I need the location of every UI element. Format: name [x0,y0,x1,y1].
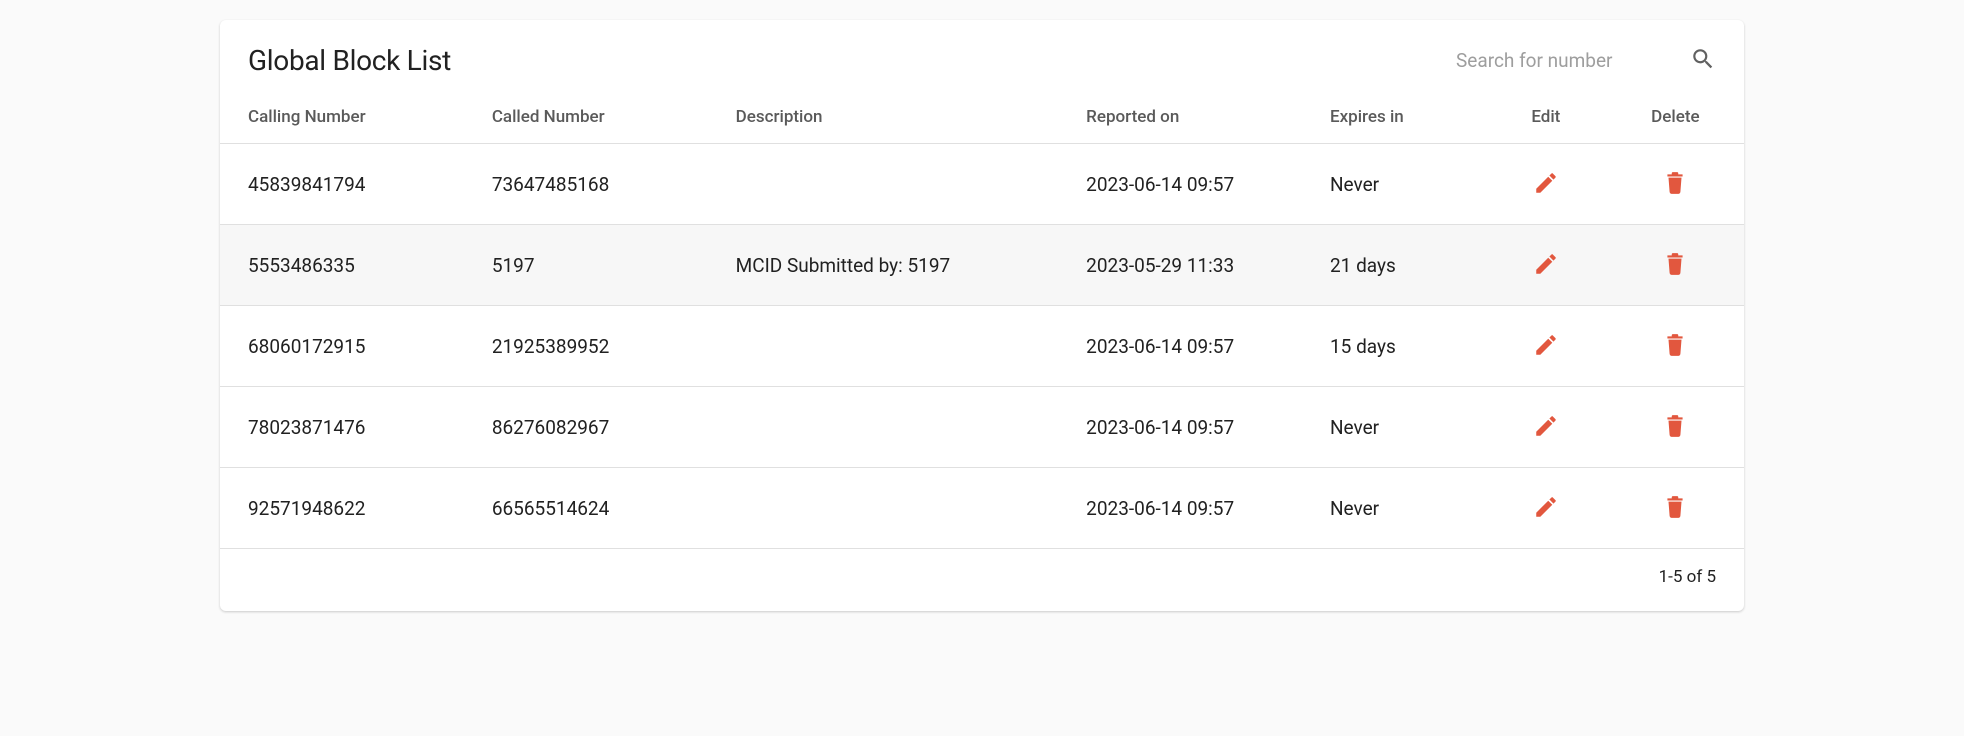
search-input[interactable] [1456,49,1676,72]
delete-button[interactable] [1657,409,1693,445]
cell-reported: 2023-06-14 09:57 [1058,306,1302,387]
cell-delete [1607,306,1744,387]
col-header-expires: Expires in [1302,95,1485,144]
table-row: 4583984179473647485168 2023-06-14 09:57Ne… [220,144,1744,225]
delete-button[interactable] [1657,166,1693,202]
table-row: 55534863355197MCID Submitted by: 5197202… [220,225,1744,306]
edit-button[interactable] [1528,247,1564,283]
col-header-called: Called Number [464,95,708,144]
edit-button[interactable] [1528,166,1564,202]
trash-icon [1662,251,1688,280]
cell-delete [1607,387,1744,468]
edit-button[interactable] [1528,490,1564,526]
cell-delete [1607,225,1744,306]
col-header-description: Description [708,95,1059,144]
col-header-reported: Reported on [1058,95,1302,144]
cell-calling: 5553486335 [220,225,464,306]
cell-calling: 45839841794 [220,144,464,225]
cell-edit [1485,387,1607,468]
cell-edit [1485,225,1607,306]
cell-edit [1485,468,1607,549]
cell-called: 21925389952 [464,306,708,387]
cell-description [708,387,1059,468]
search-container [1456,46,1716,76]
cell-called: 86276082967 [464,387,708,468]
cell-description: MCID Submitted by: 5197 [708,225,1059,306]
col-header-edit: Edit [1485,95,1607,144]
cell-description [708,468,1059,549]
cell-expires: 21 days [1302,225,1485,306]
pencil-icon [1533,332,1559,361]
table-row: 7802387147686276082967 2023-06-14 09:57Ne… [220,387,1744,468]
trash-icon [1662,413,1688,442]
cell-expires: 15 days [1302,306,1485,387]
cell-called: 73647485168 [464,144,708,225]
table-row: 9257194862266565514624 2023-06-14 09:57Ne… [220,468,1744,549]
col-header-calling: Calling Number [220,95,464,144]
delete-button[interactable] [1657,490,1693,526]
pagination-text: 1-5 of 5 [1659,567,1716,587]
trash-icon [1662,494,1688,523]
cell-description [708,144,1059,225]
block-list-table: Calling Number Called Number Description… [220,95,1744,549]
table-footer: 1-5 of 5 [220,549,1744,611]
cell-calling: 68060172915 [220,306,464,387]
cell-reported: 2023-06-14 09:57 [1058,144,1302,225]
pencil-icon [1533,494,1559,523]
block-list-card: Global Block List Calling Number Called … [220,20,1744,611]
table-header-row: Calling Number Called Number Description… [220,95,1744,144]
search-icon[interactable] [1690,46,1716,76]
col-header-delete: Delete [1607,95,1744,144]
cell-calling: 78023871476 [220,387,464,468]
edit-button[interactable] [1528,328,1564,364]
delete-button[interactable] [1657,247,1693,283]
cell-reported: 2023-06-14 09:57 [1058,468,1302,549]
trash-icon [1662,332,1688,361]
pencil-icon [1533,251,1559,280]
cell-reported: 2023-05-29 11:33 [1058,225,1302,306]
table-row: 6806017291521925389952 2023-06-14 09:5715… [220,306,1744,387]
cell-called: 5197 [464,225,708,306]
cell-expires: Never [1302,144,1485,225]
cell-description [708,306,1059,387]
cell-calling: 92571948622 [220,468,464,549]
cell-reported: 2023-06-14 09:57 [1058,387,1302,468]
cell-delete [1607,144,1744,225]
pencil-icon [1533,170,1559,199]
delete-button[interactable] [1657,328,1693,364]
card-header: Global Block List [220,20,1744,95]
cell-edit [1485,306,1607,387]
cell-delete [1607,468,1744,549]
cell-expires: Never [1302,468,1485,549]
edit-button[interactable] [1528,409,1564,445]
cell-edit [1485,144,1607,225]
trash-icon [1662,170,1688,199]
cell-called: 66565514624 [464,468,708,549]
cell-expires: Never [1302,387,1485,468]
page-title: Global Block List [248,44,451,77]
pencil-icon [1533,413,1559,442]
